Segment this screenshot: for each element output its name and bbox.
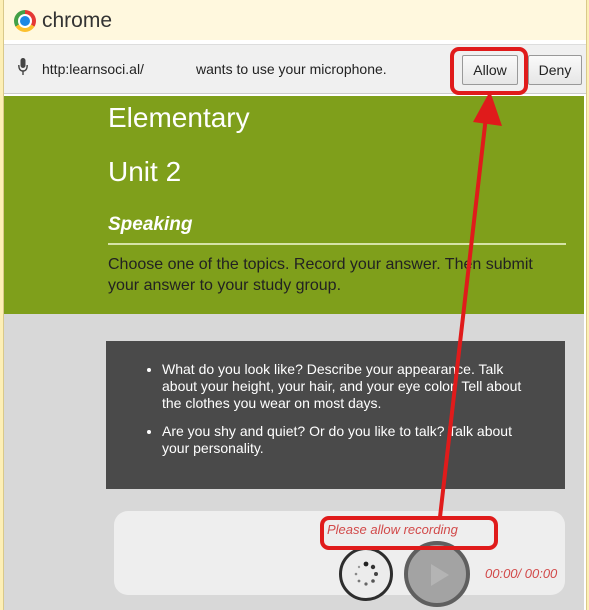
screenshot-frame: g chrome http:learnsoci.al/ wants to use… bbox=[3, 0, 587, 610]
annotation-arrow bbox=[438, 91, 502, 519]
